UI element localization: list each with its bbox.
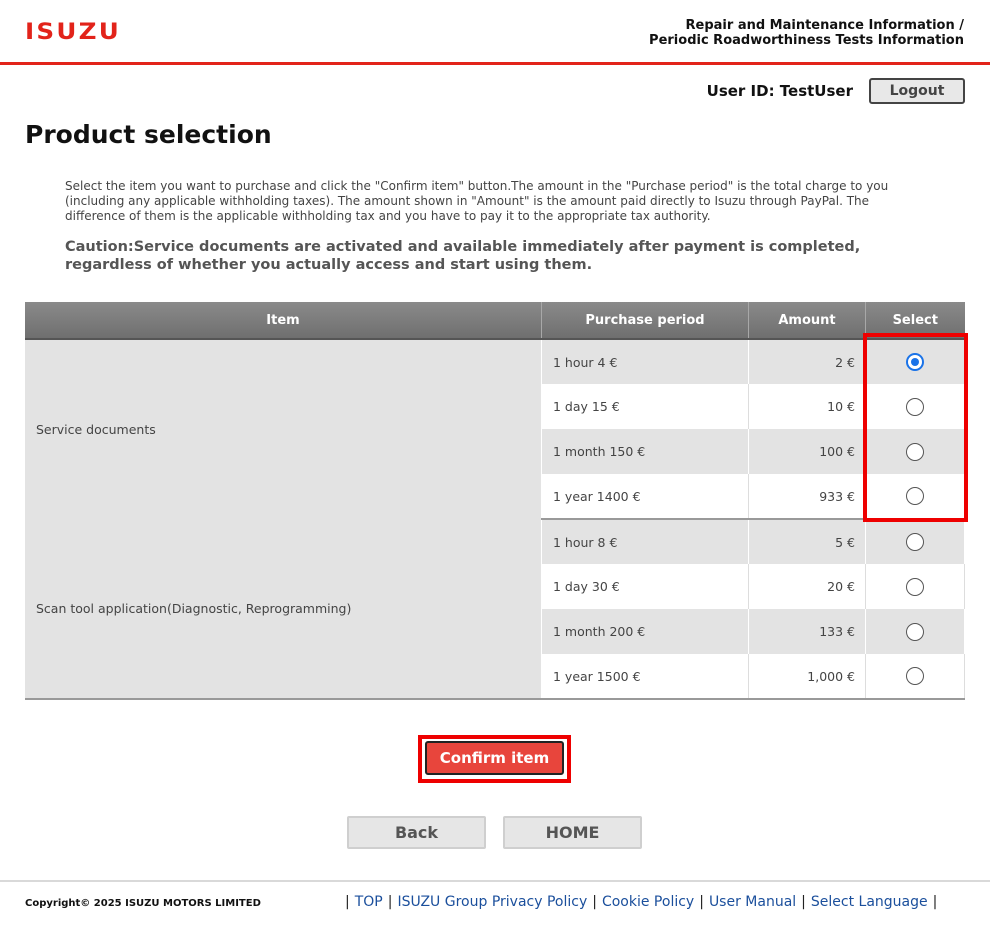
radio-button[interactable] xyxy=(906,667,924,685)
radio-button[interactable] xyxy=(906,442,924,461)
radio-button[interactable] xyxy=(906,622,924,641)
select-cell xyxy=(865,339,965,384)
select-cell xyxy=(865,564,965,609)
radio-button[interactable] xyxy=(906,533,924,551)
amount: 10 € xyxy=(748,384,866,429)
amount: 20 € xyxy=(748,564,866,609)
footer-link-user-manual[interactable]: User Manual xyxy=(709,894,796,910)
select-cell xyxy=(865,609,965,654)
radio-button[interactable] xyxy=(906,487,924,505)
home-button[interactable]: HOME xyxy=(503,816,642,849)
footer-link-cookie-policy[interactable]: Cookie Policy xyxy=(602,894,694,910)
amount: 133 € xyxy=(748,609,866,654)
select-cell xyxy=(865,429,965,474)
user-id-label: User ID: TestUser xyxy=(706,82,853,100)
link-separator: | xyxy=(801,894,806,910)
site-title-line1: Repair and Maintenance Information / xyxy=(685,18,964,33)
amount: 5 € xyxy=(748,519,866,564)
footer-links: | TOP | ISUZU Group Privacy Policy | Cookie P… xyxy=(340,894,942,910)
footer-link-privacy-policy[interactable]: ISUZU Group Privacy Policy xyxy=(397,894,587,910)
purchase-period: 1 hour 8 € xyxy=(541,519,749,564)
item-scan-tool-application: Scan tool application(Diagnostic, Reprog… xyxy=(25,519,542,700)
select-cell xyxy=(865,519,965,564)
product-table: Item Purchase period Amount Select Servi… xyxy=(25,302,965,700)
purchase-period: 1 month 150 € xyxy=(541,429,749,474)
confirm-item-button[interactable]: Confirm item xyxy=(425,741,564,775)
purchase-period: 1 day 15 € xyxy=(541,384,749,429)
header-divider xyxy=(0,62,990,65)
header-amount: Amount xyxy=(748,302,866,340)
link-separator: | xyxy=(345,894,350,910)
back-button[interactable]: Back xyxy=(347,816,486,849)
select-cell xyxy=(865,384,965,429)
link-separator: | xyxy=(387,894,393,910)
logout-button[interactable]: Logout xyxy=(869,78,965,104)
purchase-period: 1 day 30 € xyxy=(541,564,749,609)
link-separator: | xyxy=(592,894,597,910)
purchase-period: 1 hour 4 € xyxy=(541,339,749,384)
footer-divider xyxy=(0,880,990,882)
link-separator: | xyxy=(932,894,938,910)
header-select: Select xyxy=(865,302,965,340)
header-purchase-period: Purchase period xyxy=(541,302,749,340)
purchase-period: 1 year 1400 € xyxy=(541,474,749,520)
footer-link-top[interactable]: TOP xyxy=(355,894,383,910)
radio-button-selected[interactable] xyxy=(906,353,924,371)
site-title-line2: Periodic Roadworthiness Tests Informatio… xyxy=(649,33,964,48)
footer-link-select-language[interactable]: Select Language xyxy=(811,894,928,910)
caution-text: Caution:Service documents are activated … xyxy=(65,239,861,273)
select-cell xyxy=(865,654,965,700)
header-item: Item xyxy=(25,302,542,340)
intro-text: Select the item you want to purchase and… xyxy=(65,179,889,223)
select-cell xyxy=(865,474,965,520)
link-separator: | xyxy=(699,894,704,910)
page-title: Product selection xyxy=(25,120,272,149)
radio-button[interactable] xyxy=(906,577,924,596)
purchase-period: 1 year 1500 € xyxy=(541,654,749,700)
amount: 933 € xyxy=(748,474,866,520)
amount: 1,000 € xyxy=(748,654,866,700)
item-service-documents: Service documents xyxy=(25,339,542,519)
table-row: Service documents 1 hour 4 € 2 € xyxy=(25,339,965,519)
isuzu-logo: ISUZU xyxy=(25,20,122,45)
purchase-period: 1 month 200 € xyxy=(541,609,749,654)
table-header-row: Item Purchase period Amount Select xyxy=(25,302,965,340)
radio-button[interactable] xyxy=(906,397,924,416)
copyright-text: Copyright© 2025 ISUZU MOTORS LIMITED xyxy=(25,898,261,909)
table-row: Scan tool application(Diagnostic, Reprog… xyxy=(25,519,965,700)
amount: 2 € xyxy=(748,339,866,384)
site-title: Repair and Maintenance Information / Per… xyxy=(649,18,964,48)
amount: 100 € xyxy=(748,429,866,474)
